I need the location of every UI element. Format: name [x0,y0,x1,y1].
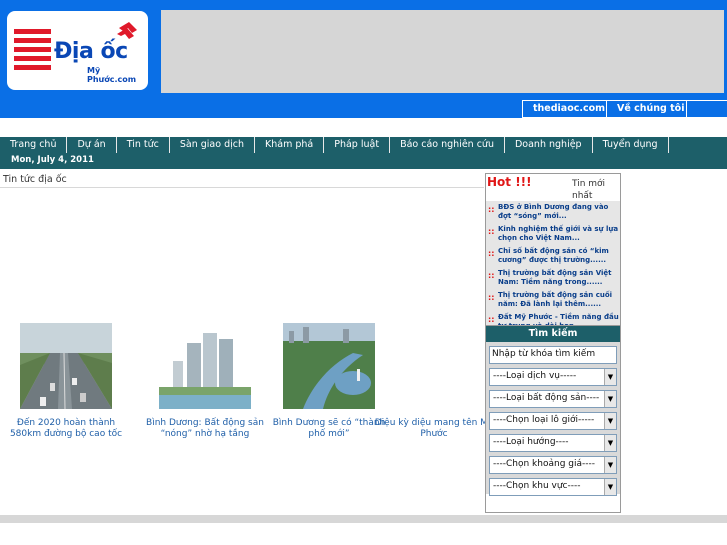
nav-item-home[interactable]: Trang chủ [0,137,68,153]
price-range-select[interactable]: ----Chọn khoảng giá---- ▼ [489,456,617,474]
dropdown-arrow-icon[interactable]: ▼ [604,457,616,473]
hot-news-item[interactable]: :: Thị trường bất động sản Việt Nam: Tiềm… [486,269,620,287]
hot-news-header: Hot !!! Tin mới nhất [486,174,620,201]
hot-news-item[interactable]: :: BĐS ở Bình Dương đang vào đợt “sóng” m… [486,203,620,221]
footer-bar [0,515,727,523]
nav-item-explore[interactable]: Khám phá [255,137,325,153]
dropdown-arrow-icon[interactable]: ▼ [604,391,616,407]
date-bar: Mon, July 4, 2011 [0,153,727,169]
top-link-about[interactable]: Về chúng tôi [617,103,684,114]
dropdown-arrow-icon[interactable]: ▼ [604,479,616,495]
dropdown-arrow-icon[interactable]: ▼ [604,435,616,451]
bullet-icon: :: [488,293,495,302]
dropdown-arrow-icon[interactable]: ▼ [604,413,616,429]
news-image-highway[interactable] [20,323,112,409]
news-caption[interactable]: Bình Dương: Bất động sản “nóng” nhờ hạ t… [145,418,265,440]
nav-item-reports[interactable]: Báo cáo nghiên cứu [390,137,505,153]
service-type-select[interactable]: ----Loại dịch vụ----- ▼ [489,368,617,386]
top-links: thediaoc.com Về chúng tôi Liên hệ [522,100,727,130]
news-caption[interactable]: Bình Dương sẽ có “thành phố mới” [269,418,389,440]
news-item[interactable]: Bình Dương: Bất động sản “nóng” nhờ hạ t… [145,323,265,440]
nav-item-jobs[interactable]: Tuyển dụng [593,137,669,153]
section-title-text: Tin tức địa ốc [3,174,67,185]
logo-title: Địa ốc [54,39,128,64]
news-item[interactable]: Bình Dương sẽ có “thành phố mới” [269,323,389,440]
news-image-towers[interactable] [159,323,251,409]
nav-item-law[interactable]: Pháp luật [324,137,391,153]
logo-subtitle: Mỹ Phước.com [87,66,137,84]
main-nav: Trang chủ Dự án Tin tức Sàn giao dịch Kh… [0,137,727,153]
bullet-icon: :: [488,315,495,324]
nav-item-business[interactable]: Doanh nghiệp [505,137,593,153]
hot-news-item[interactable]: :: Kinh nghiệm thế giới và sự lựa chọn ch… [486,225,620,243]
nav-item-news[interactable]: Tin tức [117,137,170,153]
bullet-icon: :: [488,227,495,236]
news-caption[interactable]: Đến 2020 hoàn thành 580km đường bộ cao t… [6,418,126,440]
site-logo[interactable]: Địa ốc Mỹ Phước.com [7,11,148,90]
hot-news-item[interactable]: :: Thị trường bất động sản cuối năm: Đã l… [486,291,620,309]
top-link-thediaoc[interactable]: thediaoc.com [533,103,605,114]
latest-news-label: Tin mới nhất [572,179,606,201]
search-title: Tìm kiếm [486,326,620,342]
road-width-select[interactable]: ----Chọn loại lô giới----- ▼ [489,412,617,430]
direction-select[interactable]: ----Loại hướng---- ▼ [489,434,617,452]
property-type-select[interactable]: ----Loại bất động sản---- ▼ [489,390,617,408]
header-banner [161,10,724,93]
search-input[interactable]: Nhập từ khóa tìm kiếm [489,346,617,364]
bullet-icon: :: [488,271,495,280]
area-select[interactable]: ----Chọn khu vực---- ▼ [489,478,617,496]
search-form: Nhập từ khóa tìm kiếm ----Loại dịch vụ--… [486,342,620,496]
hot-news-list: :: BĐS ở Bình Dương đang vào đợt “sóng” m… [486,203,620,335]
dropdown-arrow-icon[interactable]: ▼ [604,369,616,385]
nav-item-projects[interactable]: Dự án [67,137,117,153]
hot-news-box: Hot !!! Tin mới nhất :: BĐS ở Bình Dương … [485,173,621,330]
hot-label: Hot !!! [487,175,532,189]
news-item[interactable]: Diệu kỳ diệu mang tên Mỹ Phước [374,323,494,440]
hot-news-item[interactable]: :: Chỉ số bất động sản có “kim cương” đượ… [486,247,620,265]
bullet-icon: :: [488,249,495,258]
news-image-city-lake[interactable] [283,323,375,409]
bullet-icon: :: [488,205,495,214]
top-link-contact[interactable]: Liên hệ [533,119,572,130]
news-item[interactable]: Đến 2020 hoàn thành 580km đường bộ cao t… [6,323,126,440]
news-caption[interactable]: Diệu kỳ diệu mang tên Mỹ Phước [374,418,494,440]
search-panel: Tìm kiếm Nhập từ khóa tìm kiếm ----Loại … [485,325,621,513]
current-date: Mon, July 4, 2011 [11,155,94,165]
logo-stripes-icon [14,29,51,74]
nav-item-exchange[interactable]: Sàn giao dịch [170,137,255,153]
section-title: Tin tức địa ốc [0,170,484,188]
